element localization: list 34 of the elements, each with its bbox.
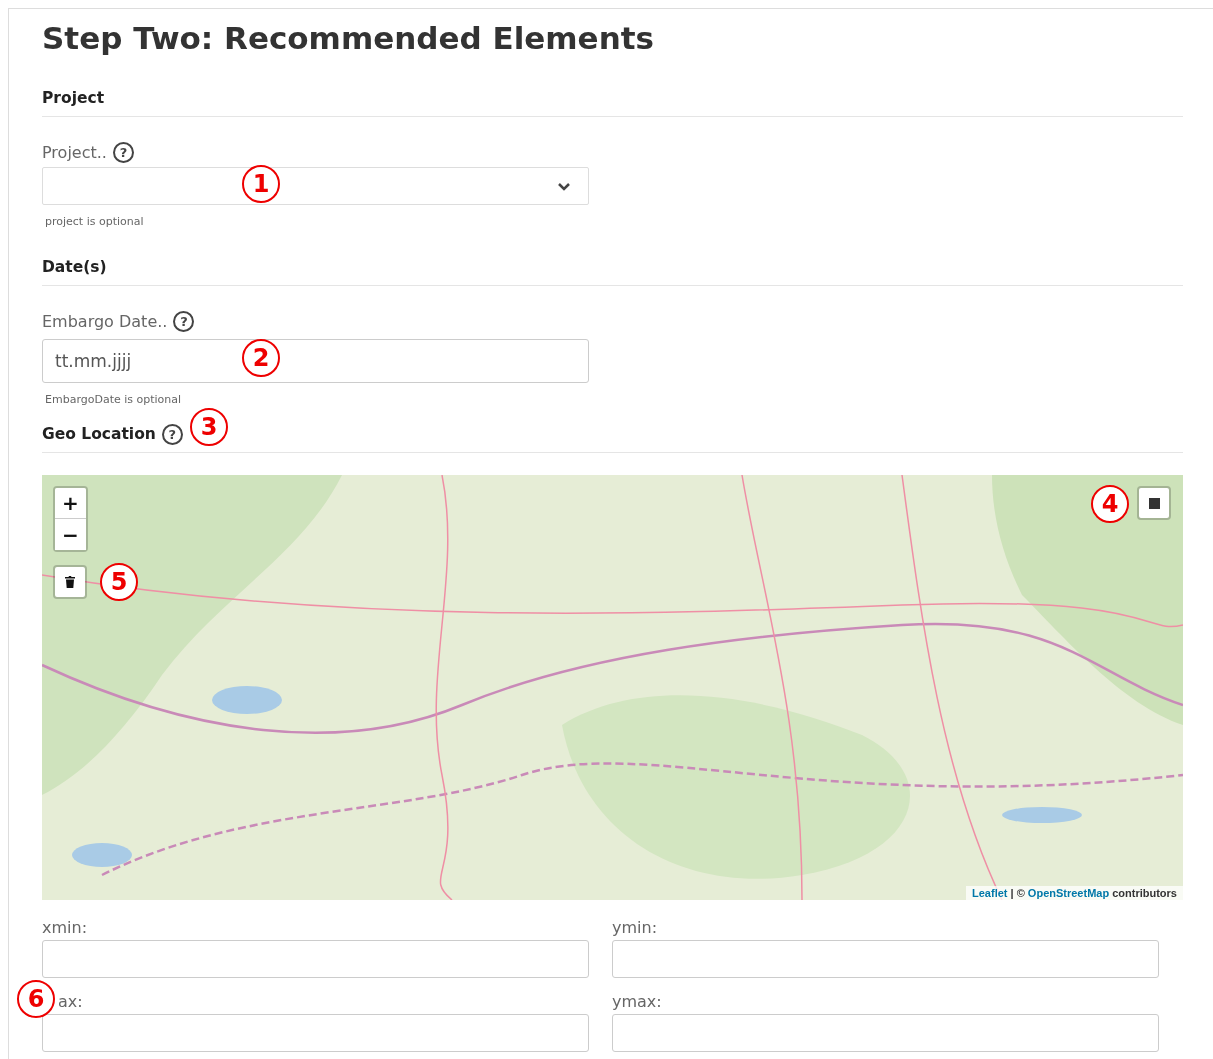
annotation-marker: 1 xyxy=(242,165,280,203)
draw-rectangle-button[interactable] xyxy=(1137,486,1171,520)
field-label: Embargo Date.. xyxy=(42,311,168,331)
trash-icon xyxy=(65,576,75,588)
field-label: ymax: xyxy=(612,991,662,1011)
attribution-link[interactable]: Leaflet xyxy=(972,887,1008,899)
coordinate-field[interactable] xyxy=(42,940,589,978)
field-label: xmin: xyxy=(42,917,88,937)
field-label: Project.. xyxy=(42,142,107,162)
square-icon xyxy=(1148,497,1160,509)
caret-icon xyxy=(558,183,570,191)
field-hint: project is optional xyxy=(45,215,145,228)
project-select[interactable] xyxy=(42,167,589,205)
section-heading: Project xyxy=(42,89,1183,117)
attribution-link[interactable]: OpenStreetMap xyxy=(1027,887,1110,899)
section-heading: Geo Location xyxy=(42,425,156,443)
delete-button[interactable] xyxy=(53,565,87,599)
field-hint: EmbargoDate is optional xyxy=(45,393,183,406)
help-icon[interactable]: ? xyxy=(161,423,183,445)
section-heading: Date(s) xyxy=(42,258,1183,286)
annotation-marker: 6 xyxy=(17,980,55,1018)
help-icon[interactable]: ? xyxy=(112,141,134,163)
coordinate-field[interactable] xyxy=(612,1014,1159,1052)
help-icon[interactable]: ? xyxy=(173,310,195,332)
page-title: Step Two: Recommended Elements xyxy=(42,19,655,58)
attribution-text: | © xyxy=(1009,887,1026,899)
zoom-out-button[interactable]: − xyxy=(55,519,86,550)
annotation-marker: 3 xyxy=(190,408,228,446)
attribution-text: contributors xyxy=(1111,887,1177,899)
zoom-in-button[interactable]: + xyxy=(55,488,86,519)
field-label: ymin: xyxy=(612,917,658,937)
coordinate-field[interactable] xyxy=(612,940,1159,978)
field-label: ax: xyxy=(58,991,83,1011)
coordinate-field[interactable] xyxy=(42,1014,589,1052)
